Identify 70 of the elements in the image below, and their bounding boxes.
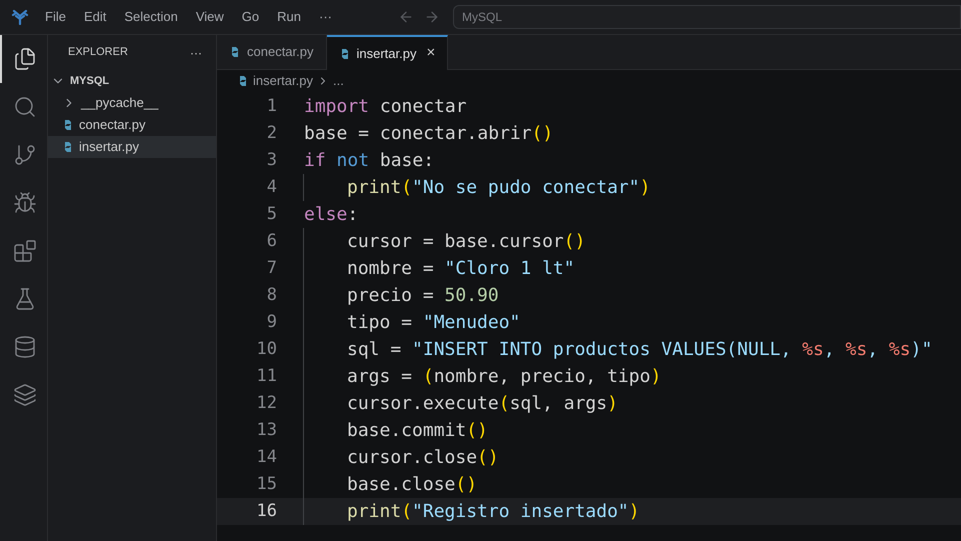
line-number: 2	[266, 122, 277, 145]
tab-label: conectar.py	[247, 43, 314, 62]
back-arrow-icon[interactable]	[398, 9, 414, 25]
code-line: else:	[304, 203, 358, 227]
forward-arrow-icon[interactable]	[424, 9, 440, 25]
menu-item[interactable]: Selection	[116, 7, 186, 27]
line-number: 7	[266, 256, 277, 280]
code-line: tipo = "Menudeo"	[347, 311, 520, 335]
tree-item[interactable]: MYSQL	[48, 70, 216, 92]
command-center[interactable]: MySQL	[453, 5, 961, 29]
app-logo-icon	[10, 9, 30, 25]
python-file-icon	[237, 75, 249, 87]
editor-tab[interactable]: insertar.py ×	[326, 35, 448, 70]
python-file-icon	[229, 46, 241, 58]
code-line: args = (nombre, precio, tipo)	[347, 365, 662, 389]
code-line: base.commit()	[347, 419, 488, 443]
tree-label: conectar.py	[79, 116, 146, 134]
line-number: 15	[256, 472, 277, 496]
tree-item[interactable]: __pycache__	[48, 92, 216, 114]
menu-item[interactable]: Edit	[76, 7, 114, 27]
code-line: cursor = base.cursor()	[347, 230, 586, 254]
code-line: precio = 50.90	[347, 284, 499, 308]
line-number: 1	[266, 94, 277, 118]
python-file-icon	[62, 119, 74, 131]
code-line: print("No se pudo conectar")	[347, 176, 650, 200]
menu-item[interactable]: View	[188, 7, 232, 27]
menu-item[interactable]: Go	[234, 7, 268, 27]
more-actions-button[interactable]: ···	[190, 44, 202, 62]
blocks-icon[interactable]	[12, 239, 36, 263]
line-number: 10	[256, 338, 277, 361]
code-line: sql = "INSERT INTO productos VALUES(NULL, %s, %s, %s)"	[347, 338, 932, 362]
python-file-icon	[62, 141, 74, 153]
search-icon[interactable]	[12, 95, 36, 119]
code-line: import conectar	[304, 95, 467, 119]
close-button[interactable]: ×	[426, 42, 436, 65]
menu-item[interactable]: File	[37, 7, 74, 27]
files-icon[interactable]	[12, 47, 36, 71]
breadcrumb-item[interactable]: insertar.py	[253, 71, 313, 91]
line-number: 14	[256, 446, 277, 469]
layers-icon[interactable]	[12, 383, 36, 407]
line-number: 4	[266, 176, 277, 199]
code-line: cursor.execute(sql, args)	[347, 392, 618, 416]
line-number: 16	[256, 500, 277, 523]
line-number: 11	[256, 364, 277, 388]
tree-label: __pycache__	[81, 94, 158, 112]
code-line: nombre = "Cloro 1 lt"	[347, 257, 575, 281]
code-line: print("Registro insertado")	[347, 500, 640, 524]
menu-item[interactable]: Run	[269, 7, 309, 27]
branch-icon[interactable]	[12, 143, 36, 167]
tree-item[interactable]: insertar.py	[48, 136, 216, 158]
code-line: base.close()	[347, 473, 478, 497]
code-line: cursor.close()	[347, 446, 499, 470]
menu-item[interactable]: ···	[311, 7, 340, 27]
line-number: 13	[256, 418, 277, 442]
line-number: 8	[266, 284, 277, 307]
line-number: 6	[266, 230, 277, 253]
line-number: 5	[266, 202, 277, 226]
tab-label: insertar.py	[356, 44, 416, 63]
line-number: 12	[256, 392, 277, 415]
database-icon[interactable]	[12, 335, 36, 359]
code-line: base = conectar.abrir()	[304, 122, 554, 146]
code-line: if not base:	[304, 149, 434, 173]
tree-item[interactable]: conectar.py	[48, 114, 216, 136]
bug-icon[interactable]	[12, 191, 36, 215]
line-number: 3	[266, 148, 277, 172]
breadcrumb-item[interactable]: ...	[332, 71, 344, 91]
line-number: 9	[266, 310, 277, 334]
tree-label: insertar.py	[79, 138, 139, 156]
panel-title: EXPLORER	[68, 45, 128, 60]
tree-label: MYSQL	[70, 74, 110, 89]
